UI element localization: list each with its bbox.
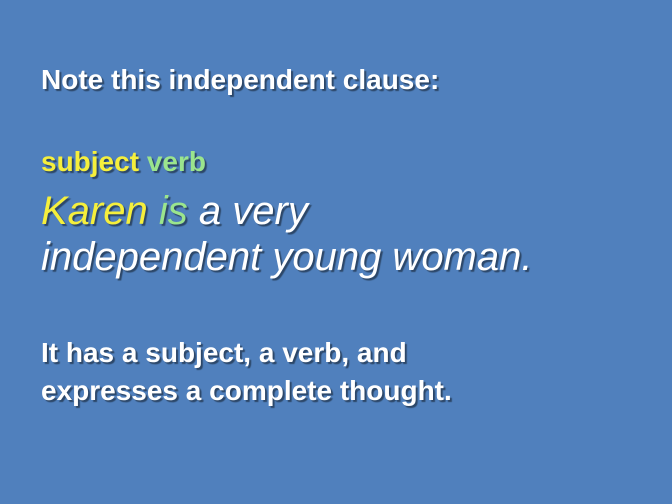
grammar-labels: subject verb [41,146,206,178]
slide-heading: Note this independent clause: [41,64,440,95]
sentence-verb: is [158,189,188,233]
verb-label: verb [146,146,206,177]
explanation-line2: expresses a complete thought. [41,375,452,406]
slide: Note this independent clause: subject ve… [0,0,672,504]
sentence-rest-line1: a very [198,189,308,233]
example-sentence: Karen is a very independent young woman. [41,188,532,280]
explanation-line1: It has a subject, a verb, and [41,337,407,368]
explanation: It has a subject, a verb, and expresses … [41,334,452,410]
subject-label: subject [41,146,140,177]
sentence-line2: independent young woman. [41,235,533,279]
sentence-subject: Karen [41,189,148,233]
